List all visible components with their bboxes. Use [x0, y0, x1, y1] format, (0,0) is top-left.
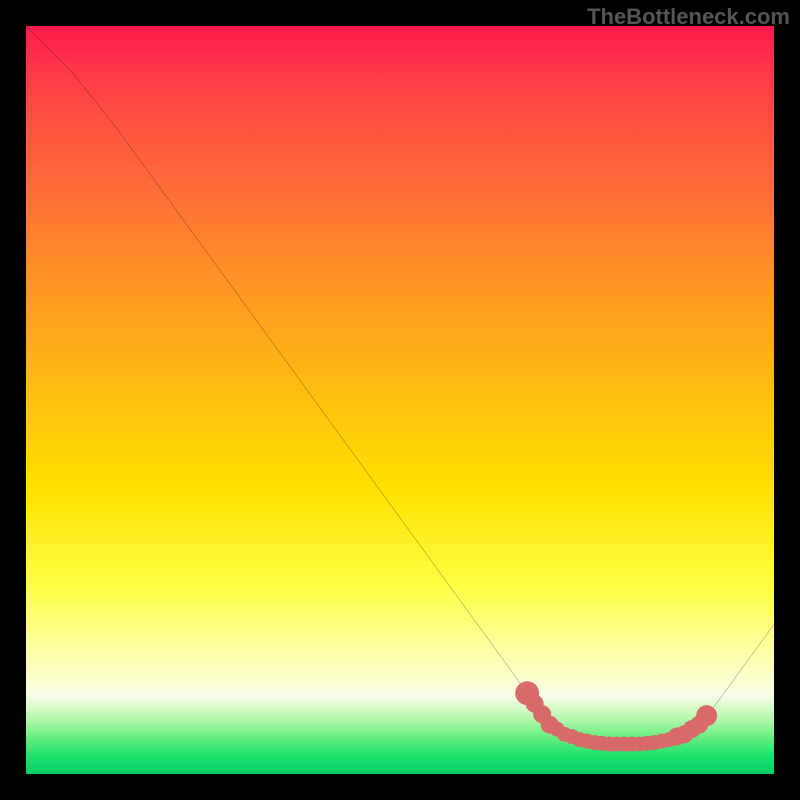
chart-svg	[26, 26, 774, 774]
chart-curve	[26, 26, 774, 744]
chart-markers	[515, 681, 717, 751]
chart-plot-area	[26, 26, 774, 774]
chart-marker	[696, 705, 717, 726]
watermark-text: TheBottleneck.com	[587, 4, 790, 30]
